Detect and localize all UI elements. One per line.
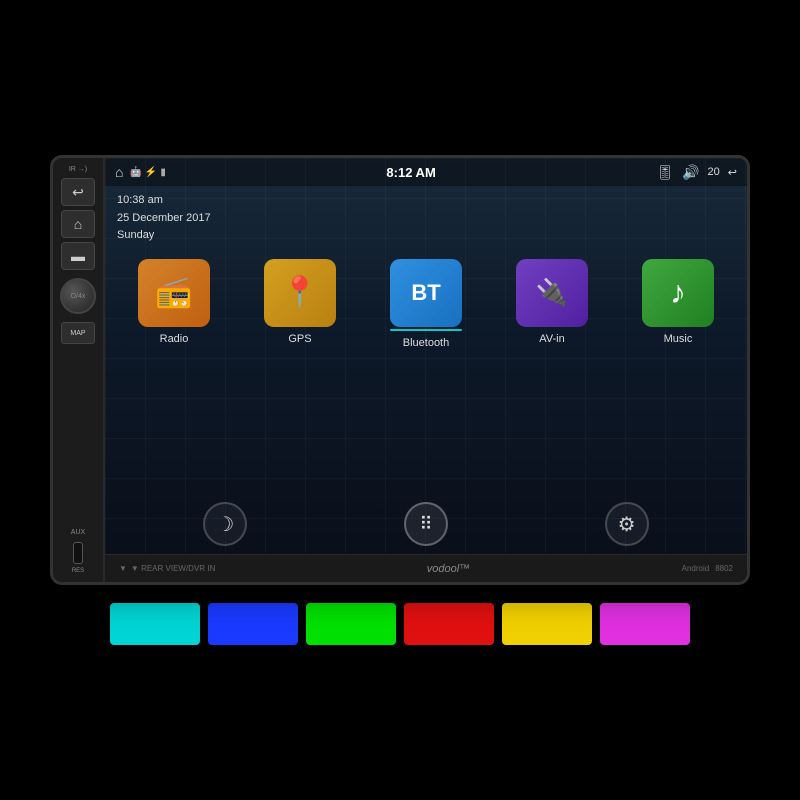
- app-item-gps[interactable]: 📍 GPS: [264, 259, 336, 349]
- res-label: RES: [72, 568, 84, 574]
- volume-knob[interactable]: O/4x: [60, 278, 96, 314]
- bt-glyph: BT: [411, 280, 440, 306]
- settings-icon: ⚙: [618, 512, 636, 537]
- nav-grid-button[interactable]: ⠿: [404, 502, 448, 546]
- screen-wrapper: ⌂ 🤖 ⚡ ▮ 8:12 AM 🎚 🔊 20 ↩: [105, 158, 747, 582]
- app-label-gps: GPS: [288, 333, 311, 345]
- app-icon-avin: 🔌: [516, 259, 588, 327]
- knob-label: O/4x: [71, 293, 86, 300]
- aux-port: [73, 542, 83, 564]
- screen: ⌂ 🤖 ⚡ ▮ 8:12 AM 🎚 🔊 20 ↩: [105, 158, 747, 554]
- map-button[interactable]: MAP: [61, 322, 95, 344]
- status-bar: ⌂ 🤖 ⚡ ▮ 8:12 AM 🎚 🔊 20 ↩: [105, 158, 747, 186]
- battery-icon: ▮: [160, 167, 166, 178]
- nav-moon-button[interactable]: ☽: [203, 502, 247, 546]
- status-left: ⌂ 🤖 ⚡ ▮: [115, 164, 166, 180]
- swatch-cyan[interactable]: [110, 603, 200, 645]
- map-label: MAP: [70, 330, 85, 337]
- datetime-section: 10:38 am 25 December 2017 Sunday: [105, 186, 747, 251]
- app-item-music[interactable]: ♪ Music: [642, 259, 714, 349]
- rear-view-icon: ▼: [119, 564, 127, 573]
- app-icon-radio: 📻: [138, 259, 210, 327]
- volume-level: 20: [708, 166, 720, 178]
- app-item-bluetooth[interactable]: BT Bluetooth: [390, 259, 462, 349]
- grid-icon: ⠿: [419, 514, 432, 535]
- ir-label: IR →): [69, 166, 87, 174]
- gps-glyph: 📍: [281, 275, 318, 310]
- app-grid: 📻 Radio 📍 GPS BT Bluet: [105, 251, 747, 353]
- nav-settings-button[interactable]: ⚙: [605, 502, 649, 546]
- swatch-yellow[interactable]: [502, 603, 592, 645]
- app-label-music: Music: [664, 333, 693, 345]
- bt-active-indicator: [390, 329, 462, 331]
- device-bottom-bar: ▼ ▼ REAR VIEW/DVR IN vodool™ Android 880…: [105, 554, 747, 582]
- app-icon-bluetooth: BT: [390, 259, 462, 327]
- swatch-green[interactable]: [306, 603, 396, 645]
- app-icon-music: ♪: [642, 259, 714, 327]
- back-icon[interactable]: ↩: [728, 166, 737, 179]
- platform-label: Android: [682, 564, 710, 573]
- model-label: 8802: [715, 564, 733, 573]
- current-date: 25 December 2017: [117, 210, 735, 228]
- app-label-radio: Radio: [160, 333, 189, 345]
- left-panel: IR →) ↩ ⌂ ▬ O/4x MAP AUX RES: [53, 158, 105, 582]
- back-button[interactable]: ↩: [61, 178, 95, 206]
- home-icon[interactable]: ⌂: [115, 164, 123, 180]
- app-icon-gps: 📍: [264, 259, 336, 327]
- home-button[interactable]: ⌂: [61, 210, 95, 238]
- moon-icon: ☽: [216, 512, 234, 537]
- brand-label: vodool™: [427, 563, 470, 575]
- bottom-nav: ☽ ⠿ ⚙: [105, 492, 747, 554]
- avin-glyph: 🔌: [536, 277, 568, 308]
- swatch-magenta[interactable]: [600, 603, 690, 645]
- model-info: Android 8802: [682, 564, 733, 573]
- aux-label: AUX: [71, 529, 85, 536]
- status-icons: 🤖 ⚡ ▮: [129, 167, 165, 178]
- status-right: 🎚 🔊 20 ↩: [656, 164, 737, 181]
- android-icon: 🤖: [129, 167, 141, 178]
- app-item-avin[interactable]: 🔌 AV-in: [516, 259, 588, 349]
- eq-icon: 🎚: [656, 164, 674, 181]
- color-swatches: [110, 603, 690, 645]
- app-item-radio[interactable]: 📻 Radio: [138, 259, 210, 349]
- app-label-avin: AV-in: [539, 333, 564, 345]
- bluetooth-status-icon: ⚡: [145, 167, 157, 178]
- radio-glyph: 📻: [155, 275, 192, 310]
- current-time: 10:38 am: [117, 192, 735, 210]
- rear-view-text: ▼ REAR VIEW/DVR IN: [131, 564, 215, 573]
- menu-button[interactable]: ▬: [61, 242, 95, 270]
- volume-icon: 🔊: [682, 164, 699, 181]
- swatch-red[interactable]: [404, 603, 494, 645]
- rear-view-label: ▼ ▼ REAR VIEW/DVR IN: [119, 564, 215, 573]
- music-glyph: ♪: [670, 274, 686, 311]
- app-label-bluetooth: Bluetooth: [403, 337, 449, 349]
- device-container: IR →) ↩ ⌂ ▬ O/4x MAP AUX RES ⌂ 🤖 ⚡ ▮: [50, 155, 750, 585]
- swatch-blue[interactable]: [208, 603, 298, 645]
- current-day: Sunday: [117, 227, 735, 245]
- status-center: 8:12 AM: [386, 165, 435, 180]
